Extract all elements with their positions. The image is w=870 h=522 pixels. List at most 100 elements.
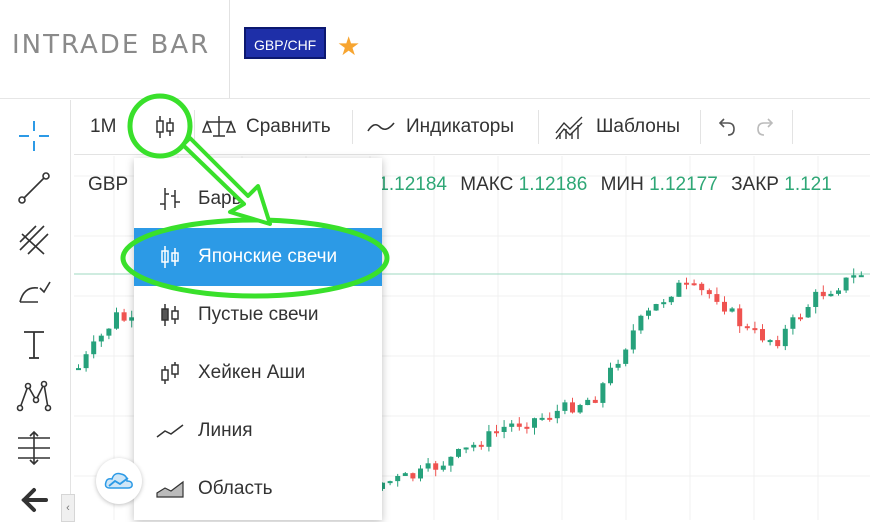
candle [737, 304, 743, 333]
interval-button[interactable]: 1M [90, 100, 116, 154]
candle [592, 396, 598, 404]
candle [714, 287, 720, 305]
bars-icon [152, 186, 188, 212]
menu-item-label: Хейкен Аши [198, 362, 306, 383]
heikin-ashi-icon [152, 360, 188, 386]
candle [752, 321, 758, 334]
line-icon [152, 421, 188, 441]
intrade-bar-logo[interactable]: INTRADE BAR [12, 30, 210, 60]
undo-icon[interactable] [714, 100, 736, 154]
candle [782, 324, 788, 351]
measure-tool-icon[interactable] [16, 430, 52, 466]
candle [676, 279, 682, 298]
candle [820, 285, 826, 300]
candle [836, 288, 841, 296]
candle [790, 314, 796, 335]
candle [539, 413, 545, 421]
legend-low-value: 1.12177 [649, 174, 718, 195]
candle [440, 461, 446, 472]
menu-item-hollow-candles[interactable]: Пустые свечи [134, 286, 382, 344]
candle [638, 314, 644, 334]
candle [585, 397, 591, 406]
menu-item-candles[interactable]: Японские свечи [134, 228, 382, 286]
candle [471, 442, 477, 452]
favorite-star-icon[interactable]: ★ [337, 32, 360, 60]
cloud-icon [104, 472, 133, 489]
candle [706, 288, 712, 299]
candle [425, 458, 431, 472]
candle [76, 364, 81, 371]
menu-item-bars[interactable]: Бары [134, 170, 382, 228]
candle [608, 362, 613, 386]
candle [83, 351, 89, 372]
candle [402, 472, 408, 476]
candle [114, 307, 119, 330]
candle [524, 422, 530, 434]
candle [744, 323, 750, 331]
menu-item-heikin-ashi[interactable]: Хейкен Аши [134, 344, 382, 402]
menu-item-label: Линия [198, 420, 253, 441]
candle [91, 335, 97, 359]
candle [486, 424, 492, 452]
candle [630, 324, 636, 354]
candle [121, 308, 127, 322]
pitchfork-icon[interactable] [16, 222, 52, 258]
candle [463, 447, 469, 454]
indicators-label: Индикаторы [406, 116, 515, 137]
chart-toolbar: 1M Сравнить Индикаторы Шаблоны [74, 100, 870, 155]
cloud-save-button[interactable] [96, 458, 142, 504]
legend-close-label: ЗАКР [731, 174, 779, 195]
menu-item-label: Пустые свечи [198, 304, 319, 325]
redo-icon[interactable] [756, 100, 778, 154]
candle [509, 420, 515, 432]
candle [767, 339, 773, 346]
currency-pair-button[interactable]: GBP/CHF [244, 27, 327, 59]
candle [387, 480, 393, 486]
legend-high-label: МАКС [460, 174, 514, 195]
back-arrow-icon[interactable] [16, 482, 52, 518]
candle [98, 333, 104, 347]
candle [798, 313, 803, 322]
candle [668, 296, 674, 306]
pattern-tool-icon[interactable] [16, 378, 52, 414]
crosshair-icon[interactable] [16, 118, 52, 154]
chart-type-menu: Бары Японские свечи Пустые свечи Хейкен … [134, 158, 382, 520]
candle [828, 290, 834, 297]
legend-high-value: 1.12186 [518, 174, 588, 195]
templates-button[interactable]: Шаблоны [554, 100, 680, 154]
candle [851, 268, 857, 284]
candle [653, 303, 659, 311]
menu-item-label: Область [198, 478, 273, 499]
candle [661, 298, 667, 308]
candle [805, 304, 811, 319]
candle [729, 306, 735, 313]
candle [722, 296, 727, 315]
menu-item-label: Японские свечи [198, 246, 338, 267]
candle [562, 399, 568, 415]
candle [456, 448, 461, 459]
compare-button[interactable]: Сравнить [202, 100, 331, 154]
indicators-button[interactable]: Индикаторы [366, 100, 514, 154]
candle [600, 381, 606, 408]
candle [448, 456, 454, 472]
trend-line-icon[interactable] [16, 170, 52, 206]
menu-item-area[interactable]: Область [134, 460, 382, 518]
candle [547, 412, 553, 422]
candle [532, 417, 537, 435]
indicators-wave-icon [367, 122, 395, 132]
brush-icon[interactable] [16, 274, 52, 310]
templates-chart-icon [555, 116, 583, 140]
candle [684, 277, 689, 290]
area-icon [152, 479, 188, 499]
legend-close-value: 1.121 [784, 174, 832, 195]
candle [775, 335, 781, 349]
scales-icon [202, 116, 236, 137]
drawing-toolbar [0, 100, 71, 520]
hollow-candles-icon [152, 302, 188, 328]
candles-icon[interactable] [144, 100, 186, 154]
candles-icon [152, 244, 188, 270]
collapse-toolbar-button[interactable]: ‹ [61, 494, 75, 522]
menu-item-line[interactable]: Линия [134, 402, 382, 460]
candle [501, 420, 507, 439]
text-tool-icon[interactable] [16, 326, 52, 362]
